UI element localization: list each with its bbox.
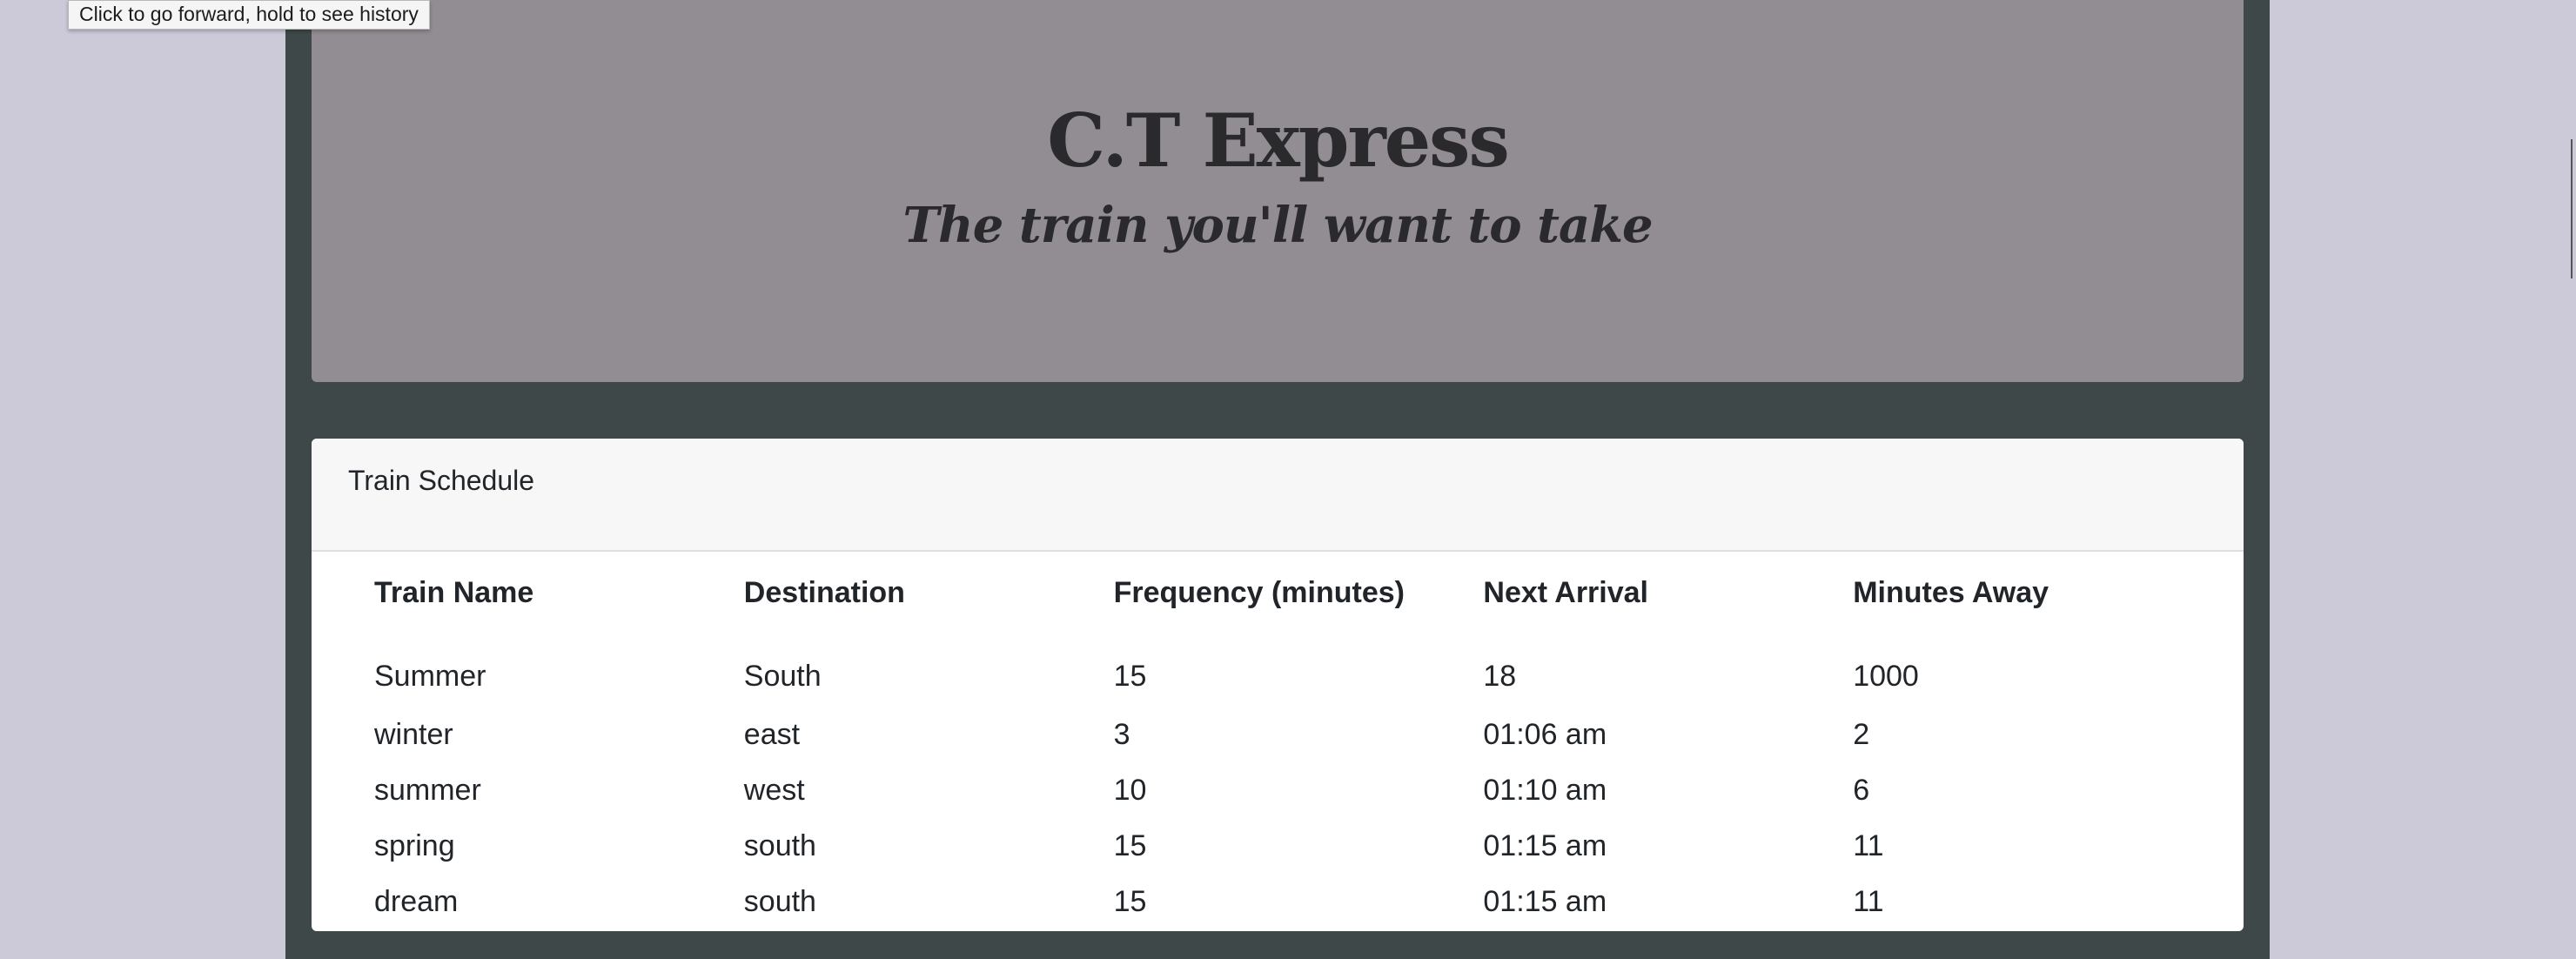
column-header-next-arrival: Next Arrival [1483, 575, 1648, 609]
cell-destination: south [743, 884, 816, 918]
cell-destination: South [743, 659, 822, 693]
page-title: C.T Express [1047, 97, 1510, 184]
cell-destination: east [743, 717, 801, 751]
cell-minutes-away: 6 [1853, 773, 1870, 807]
schedule-table: Train Name Destination Frequency (minute… [353, 552, 2202, 929]
table-row: summer west 10 01:10 am 6 [353, 762, 2202, 818]
hero-banner: C.T Express The train you'll want to tak… [312, 0, 2244, 382]
cell-minutes-away: 11 [1853, 828, 1884, 862]
table-row: dream south 15 01:15 am 11 [353, 874, 2202, 929]
cell-minutes-away: 1000 [1853, 659, 1919, 693]
cell-frequency: 15 [1113, 828, 1147, 862]
cell-next-arrival: 01:15 am [1483, 884, 1607, 918]
table-row: Summer South 15 18 1000 [353, 634, 2202, 707]
card-header: Train Schedule [312, 439, 2244, 552]
cell-frequency: 10 [1113, 773, 1147, 807]
cell-next-arrival: 01:15 am [1483, 828, 1607, 862]
cell-train-name: spring [374, 828, 455, 862]
column-header-destination: Destination [743, 575, 905, 609]
table-row: winter east 3 01:06 am 2 [353, 707, 2202, 762]
cell-frequency: 3 [1113, 717, 1130, 751]
table-row: spring south 15 01:15 am 11 [353, 818, 2202, 874]
cell-next-arrival: 18 [1483, 659, 1517, 693]
column-header-frequency: Frequency (minutes) [1113, 575, 1405, 609]
cell-train-name: dream [374, 884, 459, 918]
forward-button-tooltip: Click to go forward, hold to see history [68, 0, 430, 30]
cell-minutes-away: 2 [1853, 717, 1870, 751]
cell-next-arrival: 01:06 am [1483, 717, 1607, 751]
cell-frequency: 15 [1113, 884, 1147, 918]
main-container: C.T Express The train you'll want to tak… [285, 0, 2270, 959]
cell-destination: west [743, 773, 805, 807]
cell-minutes-away: 11 [1853, 884, 1884, 918]
train-schedule-card: Train Schedule Train Name Destination Fr… [312, 439, 2244, 931]
cell-destination: south [743, 828, 816, 862]
cell-train-name: summer [374, 773, 481, 807]
cell-next-arrival: 01:10 am [1483, 773, 1607, 807]
cell-train-name: Summer [374, 659, 486, 693]
page-subtitle: The train you'll want to take [902, 197, 1653, 254]
scrollbar-edge[interactable] [2571, 139, 2576, 278]
cell-train-name: winter [374, 717, 453, 751]
column-header-minutes-away: Minutes Away [1853, 575, 2049, 609]
cell-frequency: 15 [1113, 659, 1147, 693]
page: C.T Express The train you'll want to tak… [0, 0, 2576, 959]
column-header-train-name: Train Name [374, 575, 534, 609]
table-header-row: Train Name Destination Frequency (minute… [353, 552, 2202, 634]
